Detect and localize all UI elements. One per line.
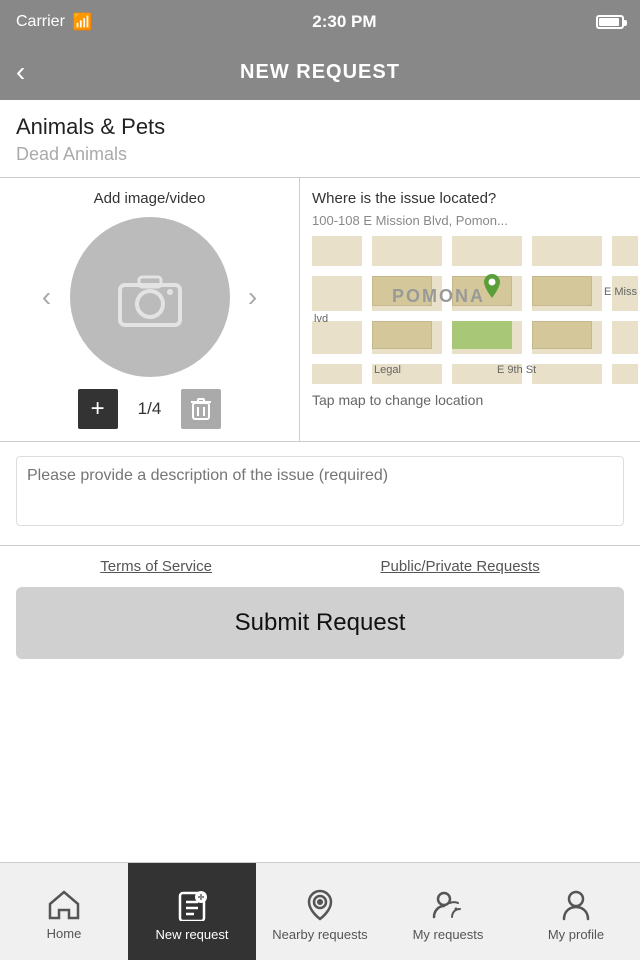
map-road: [522, 236, 532, 384]
battery-icon: [596, 15, 624, 29]
submit-button[interactable]: Submit Request: [16, 587, 624, 659]
map-park: [452, 321, 512, 349]
status-bar: Carrier 📶 2:30 PM: [0, 0, 640, 44]
delete-image-button[interactable]: [181, 389, 221, 429]
add-image-label: Add image/video: [0, 190, 299, 207]
tab-home[interactable]: Home: [0, 863, 128, 960]
camera-icon: [115, 267, 185, 327]
my-requests-icon: [430, 889, 466, 921]
add-image-button[interactable]: +: [78, 389, 118, 429]
new-request-icon: [176, 889, 208, 921]
map-city-label: POMONA: [392, 286, 485, 307]
public-private-link[interactable]: Public/Private Requests: [380, 558, 539, 575]
nav-bar: ‹ NEW REQUEST: [0, 44, 640, 100]
profile-icon: [560, 889, 592, 921]
map-tap-hint: Tap map to change location: [312, 392, 640, 416]
category-subtitle: Dead Animals: [16, 144, 624, 177]
map-road: [312, 311, 638, 321]
image-count: 1/4: [138, 399, 162, 419]
map-road: [602, 236, 612, 384]
image-controls: + 1/4: [0, 377, 299, 441]
status-bar-right: [596, 15, 624, 29]
tab-nearby[interactable]: Nearby requests: [256, 863, 384, 960]
home-icon: [48, 890, 80, 920]
tab-home-label: Home: [47, 926, 82, 941]
image-section: Add image/video ‹ › + 1/4: [0, 178, 300, 441]
map-question: Where is the issue located?: [312, 190, 640, 207]
map-street-label: Legal: [374, 364, 401, 376]
map-road: [312, 266, 638, 276]
back-button[interactable]: ‹: [16, 56, 56, 88]
map-street-label: lvd: [314, 313, 328, 325]
map-road: [362, 236, 372, 384]
map-section: Where is the issue located? 100-108 E Mi…: [300, 178, 640, 441]
map-road: [442, 236, 452, 384]
category-section: Animals & Pets Dead Animals: [0, 100, 640, 177]
tab-new-request[interactable]: New request: [128, 863, 256, 960]
map-road: [312, 354, 638, 364]
content-row: Add image/video ‹ › + 1/4: [0, 177, 640, 442]
tab-my-profile[interactable]: My profile: [512, 863, 640, 960]
map-block: [372, 321, 432, 349]
terms-of-service-link[interactable]: Terms of Service: [100, 558, 212, 575]
image-carousel: ‹ ›: [0, 217, 299, 377]
location-pin: [480, 274, 504, 304]
tab-my-profile-label: My profile: [548, 927, 604, 942]
description-section: [0, 442, 640, 546]
category-title: Animals & Pets: [16, 114, 624, 140]
tab-nearby-label: Nearby requests: [272, 927, 367, 942]
page-title: NEW REQUEST: [56, 61, 584, 84]
description-input[interactable]: [16, 456, 624, 526]
next-arrow[interactable]: ›: [238, 281, 268, 313]
map-container[interactable]: POMONA lvd E Miss Legal E 9th St: [312, 236, 638, 384]
wifi-icon: 📶: [73, 12, 93, 32]
map-block: [532, 276, 592, 306]
tab-bar: Home New request Nearby requests: [0, 862, 640, 960]
prev-arrow[interactable]: ‹: [32, 281, 62, 313]
nearby-icon: [304, 889, 336, 921]
map-street-label: E 9th St: [497, 364, 536, 376]
tab-my-requests-label: My requests: [413, 927, 484, 942]
time-label: 2:30 PM: [312, 12, 376, 32]
tab-my-requests[interactable]: My requests: [384, 863, 512, 960]
submit-section: Submit Request: [0, 587, 640, 675]
map-block: [532, 321, 592, 349]
links-row: Terms of Service Public/Private Requests: [0, 546, 640, 587]
map-street-label: E Miss: [604, 286, 637, 298]
trash-icon: [190, 397, 212, 421]
carrier-label: Carrier: [16, 13, 65, 31]
status-bar-left: Carrier 📶: [16, 12, 93, 32]
camera-placeholder[interactable]: [70, 217, 230, 377]
map-address: 100-108 E Mission Blvd, Pomon...: [312, 213, 632, 228]
tab-new-request-label: New request: [156, 927, 229, 942]
